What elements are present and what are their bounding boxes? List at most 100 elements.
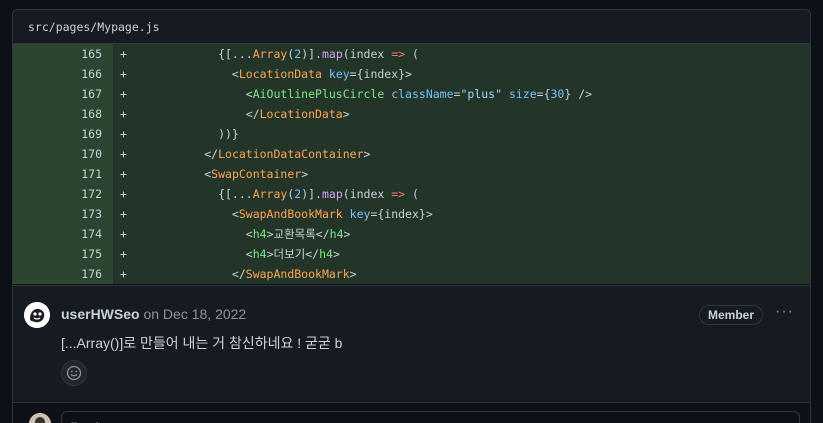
line-number[interactable]: 168 xyxy=(13,104,113,124)
line-number[interactable]: 166 xyxy=(13,64,113,84)
addition-marker: + xyxy=(120,227,127,241)
diff-line: 175 + <h4>더보기</h4> xyxy=(13,244,810,264)
code-line: + </LocationData> xyxy=(113,104,810,124)
code-token: } /> xyxy=(564,87,593,101)
reply-area xyxy=(13,402,810,423)
code-line: + </SwapAndBookMark> xyxy=(113,264,810,284)
line-number[interactable]: 175 xyxy=(13,244,113,264)
code-token: 30 xyxy=(550,87,565,101)
line-number[interactable]: 176 xyxy=(13,264,113,284)
diff-line: 168 + </LocationData> xyxy=(13,104,810,124)
reply-input[interactable] xyxy=(61,411,800,423)
addition-marker: + xyxy=(120,187,127,201)
code-token: (index xyxy=(342,187,392,201)
code-token: Array xyxy=(252,47,288,61)
code-token: LocationData xyxy=(238,67,322,81)
diff-hunk: 165 + {[...Array(2)].map(index => (166 + <… xyxy=(13,44,810,284)
addition-marker: + xyxy=(120,147,127,161)
line-number[interactable]: 167 xyxy=(13,84,113,104)
comment-body: [...Array()]로 만들어 내는 거 참신하네요 ! 굳굳 b xyxy=(61,335,343,351)
comment-author[interactable]: userHWSeo xyxy=(61,306,140,322)
diff-line: 172 + {[...Array(2)].map(index => ( xyxy=(13,184,810,204)
code-line: + <LocationData key={index}> xyxy=(113,64,810,84)
line-number[interactable]: 165 xyxy=(13,44,113,64)
code-token: h4 xyxy=(252,247,267,261)
code-token: map xyxy=(321,187,343,201)
code-token: key xyxy=(328,67,350,81)
line-number[interactable]: 173 xyxy=(13,204,113,224)
code-token: ={ xyxy=(536,87,551,101)
code-line: + <AiOutlinePlusCircle className="plus" … xyxy=(113,84,810,104)
code-token: < xyxy=(135,207,239,221)
code-token: < xyxy=(135,87,253,101)
code-token: ( xyxy=(405,187,419,201)
code-token: < xyxy=(135,67,239,81)
code-token: )]. xyxy=(301,47,322,61)
code-token: {[... xyxy=(135,47,253,61)
diff-line: 169 + ))} xyxy=(13,124,810,144)
addition-marker: + xyxy=(120,87,127,101)
code-token: (index xyxy=(342,47,392,61)
code-token: => xyxy=(391,47,406,61)
addition-marker: + xyxy=(120,267,127,281)
code-token: AiOutlinePlusCircle xyxy=(252,87,385,101)
code-token: >더보기</ xyxy=(266,247,320,261)
code-line: + <h4>교환목록</h4> xyxy=(113,224,810,244)
code-token: </ xyxy=(135,107,260,121)
code-token: h4 xyxy=(252,227,267,241)
code-token: )]. xyxy=(301,187,322,201)
code-token: "plus" xyxy=(460,87,502,101)
diff-line: 174 + <h4>교환목록</h4> xyxy=(13,224,810,244)
line-number[interactable]: 169 xyxy=(13,124,113,144)
addition-marker: + xyxy=(120,107,127,121)
code-token: ={index}> xyxy=(349,67,412,81)
comment-header: userHWSeo on Dec 18, 2022 xyxy=(61,306,246,322)
member-badge: Member xyxy=(698,305,763,325)
review-comment: userHWSeo on Dec 18, 2022 Member ··· [..… xyxy=(13,285,810,403)
code-token: > xyxy=(349,267,357,281)
code-token: key xyxy=(349,207,371,221)
file-header: src/pages/Mypage.js xyxy=(13,10,810,44)
addition-marker: + xyxy=(120,127,127,141)
line-number[interactable]: 172 xyxy=(13,184,113,204)
diff-line: 176 + </SwapAndBookMark> xyxy=(13,264,810,284)
addition-marker: + xyxy=(120,167,127,181)
diff-line: 173 + <SwapAndBookMark key={index}> xyxy=(13,204,810,224)
code-token: h4 xyxy=(329,227,344,241)
code-token: ))} xyxy=(135,127,239,141)
code-token: > xyxy=(301,167,309,181)
file-path[interactable]: src/pages/Mypage.js xyxy=(28,20,160,34)
comment-date[interactable]: on Dec 18, 2022 xyxy=(140,306,246,322)
more-options-icon[interactable]: ··· xyxy=(775,303,794,321)
code-token: LocationDataContainer xyxy=(218,147,364,161)
line-number[interactable]: 174 xyxy=(13,224,113,244)
addition-marker: + xyxy=(120,247,127,261)
code-token: >교환목록</ xyxy=(266,227,330,241)
code-token: < xyxy=(135,247,253,261)
code-token: map xyxy=(321,47,343,61)
code-token: > xyxy=(332,247,340,261)
code-token: </ xyxy=(135,147,219,161)
diff-line: 167 + <AiOutlinePlusCircle className="plu… xyxy=(13,84,810,104)
add-reaction-button[interactable] xyxy=(61,360,87,386)
code-token: SwapAndBookMark xyxy=(238,207,343,221)
code-token: => xyxy=(391,187,406,201)
code-token: ={index}> xyxy=(370,207,433,221)
line-number[interactable]: 170 xyxy=(13,144,113,164)
code-token: h4 xyxy=(319,247,333,261)
code-token: < xyxy=(135,227,253,241)
diff-line: 165 + {[...Array(2)].map(index => ( xyxy=(13,44,810,64)
current-user-avatar xyxy=(29,413,51,423)
code-token: LocationData xyxy=(259,107,343,121)
code-token: size xyxy=(508,87,537,101)
code-token: SwapContainer xyxy=(211,167,302,181)
diff-line: 170 + </LocationDataContainer> xyxy=(13,144,810,164)
code-token: </ xyxy=(135,267,246,281)
code-token: > xyxy=(343,227,351,241)
avatar[interactable] xyxy=(24,302,50,328)
line-number[interactable]: 171 xyxy=(13,164,113,184)
code-line: + {[...Array(2)].map(index => ( xyxy=(113,184,810,204)
code-line: + ))} xyxy=(113,124,810,144)
